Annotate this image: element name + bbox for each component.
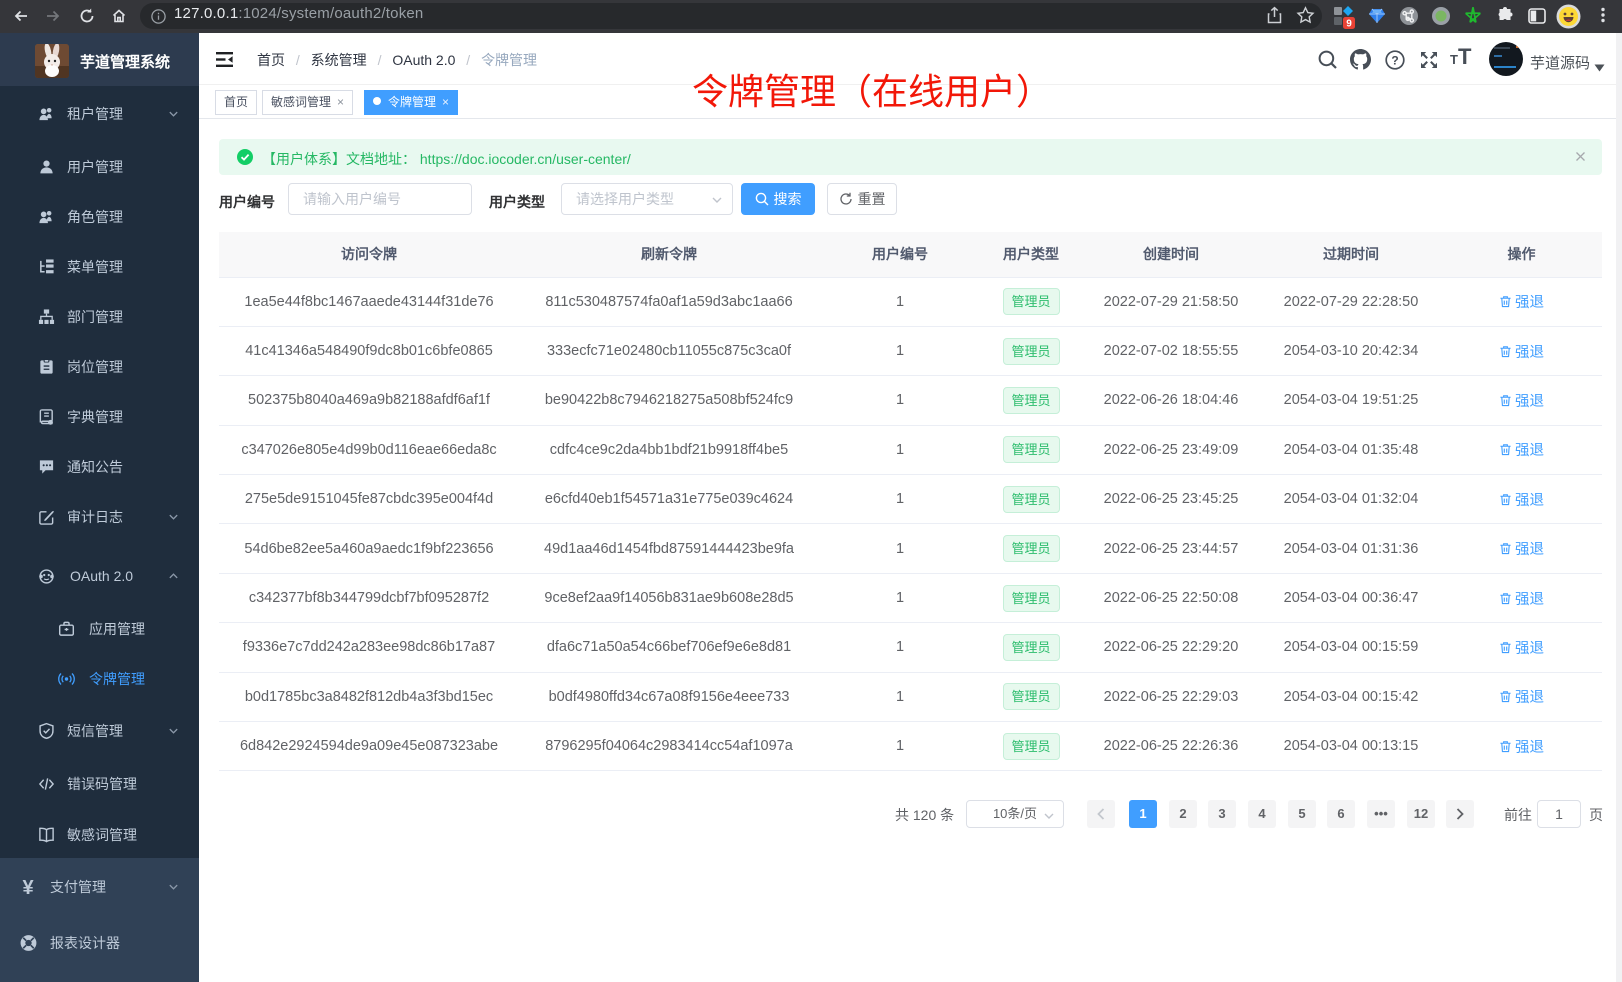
svg-text:9: 9 [1346,19,1352,30]
svg-text:¥: ¥ [22,877,34,897]
svg-text:?: ? [1391,53,1398,67]
